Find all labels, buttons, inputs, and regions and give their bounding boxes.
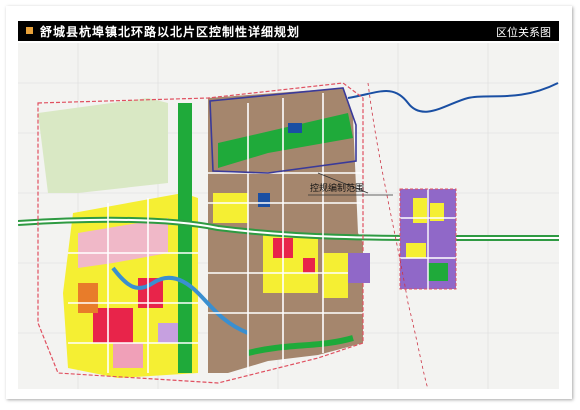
utility-block xyxy=(288,123,302,133)
commercial-block xyxy=(303,258,315,273)
residential-block xyxy=(413,198,427,223)
callout-label: 控规编制范围 xyxy=(310,182,364,194)
mixed-block xyxy=(113,343,143,368)
residential-block xyxy=(323,253,348,298)
public-block xyxy=(348,253,370,283)
farmland-zone xyxy=(38,98,168,193)
residential-block xyxy=(406,243,426,258)
plan-title: 舒城县杭埠镇北环路以北片区控制性详细规划 xyxy=(40,25,301,39)
location-map-label: 区位关系图 xyxy=(496,26,551,39)
bullet-square-icon xyxy=(26,27,33,34)
page: 舒城县杭埠镇北环路以北片区控制性详细规划 区位关系图 控规编制范围 xyxy=(0,0,580,410)
green-block xyxy=(428,263,448,281)
utility-block xyxy=(258,193,270,207)
green-corridor xyxy=(178,103,192,373)
commercial-block xyxy=(93,308,133,343)
residential-block xyxy=(213,193,248,223)
land-use-map: 控规编制范围 xyxy=(18,43,559,389)
service-block xyxy=(78,283,98,313)
title-bar: 舒城县杭埠镇北环路以北片区控制性详细规划 区位关系图 xyxy=(18,21,559,41)
map-panel: 控规编制范围 xyxy=(18,43,559,389)
